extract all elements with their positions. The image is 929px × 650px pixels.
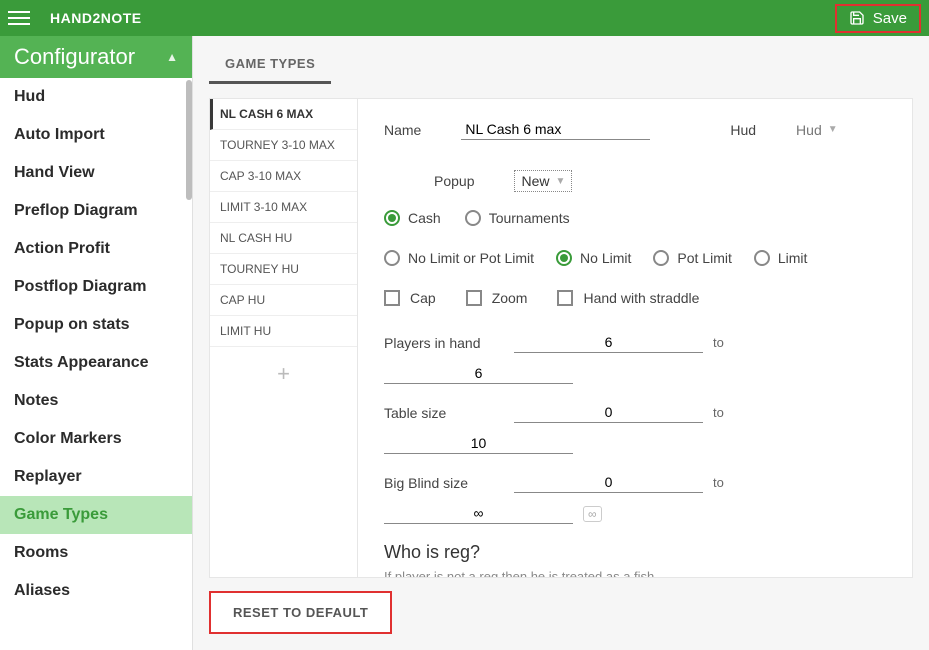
players-from-input[interactable] — [514, 332, 703, 353]
app-title: HAND2NOTE — [50, 10, 142, 26]
tabs: GAME TYPES — [209, 36, 913, 84]
sidebar-item-auto-import[interactable]: Auto Import — [0, 116, 192, 154]
popup-label: Popup — [434, 173, 474, 189]
game-types-list: NL CASH 6 MAXTOURNEY 3-10 MAXCAP 3-10 MA… — [210, 99, 358, 577]
popup-dropdown[interactable]: New ▼ — [514, 170, 572, 192]
hud-label: Hud — [730, 122, 756, 138]
game-type-item[interactable]: NL CASH HU — [210, 223, 357, 254]
sidebar-item-popup-on-stats[interactable]: Popup on stats — [0, 306, 192, 344]
name-label: Name — [384, 122, 421, 138]
infinity-icon[interactable]: ∞ — [583, 506, 602, 522]
reg-hint: If player is not a reg then he is treate… — [384, 569, 886, 577]
game-type-item[interactable]: NL CASH 6 MAX — [210, 99, 357, 130]
game-type-item[interactable]: CAP HU — [210, 285, 357, 316]
sidebar-item-hud[interactable]: Hud — [0, 78, 192, 116]
hud-value: Hud — [796, 122, 822, 138]
game-type-item[interactable]: TOURNEY HU — [210, 254, 357, 285]
sidebar-header: Configurator ▲ — [0, 36, 192, 78]
radio-pl[interactable]: Pot Limit — [653, 250, 731, 266]
sidebar-item-rooms[interactable]: Rooms — [0, 534, 192, 572]
tab-game-types[interactable]: GAME TYPES — [209, 46, 331, 84]
table-label: Table size — [384, 405, 494, 421]
sidebar-title: Configurator — [14, 44, 135, 70]
popup-value: New — [521, 173, 549, 189]
to-text: to — [713, 335, 724, 350]
radio-nl[interactable]: No Limit — [556, 250, 631, 266]
checkbox-zoom[interactable]: Zoom — [466, 290, 528, 306]
sidebar-item-postflop-diagram[interactable]: Postflop Diagram — [0, 268, 192, 306]
to-text: to — [713, 405, 724, 420]
table-from-input[interactable] — [514, 402, 703, 423]
sidebar-item-action-profit[interactable]: Action Profit — [0, 230, 192, 268]
checkbox-cap[interactable]: Cap — [384, 290, 436, 306]
sidebar-item-game-types[interactable]: Game Types — [0, 496, 192, 534]
chevron-up-icon[interactable]: ▲ — [166, 50, 178, 64]
reset-button[interactable]: RESET TO DEFAULT — [209, 591, 392, 634]
game-type-item[interactable]: CAP 3-10 MAX — [210, 161, 357, 192]
add-game-type-button[interactable]: + — [210, 347, 357, 401]
radio-limit[interactable]: Limit — [754, 250, 808, 266]
sidebar-item-aliases[interactable]: Aliases — [0, 572, 192, 610]
radio-nl-pl[interactable]: No Limit or Pot Limit — [384, 250, 534, 266]
sidebar-item-hand-view[interactable]: Hand View — [0, 154, 192, 192]
topbar: HAND2NOTE Save — [0, 0, 929, 36]
save-icon — [849, 10, 865, 26]
sidebar-item-preflop-diagram[interactable]: Preflop Diagram — [0, 192, 192, 230]
checkbox-straddle[interactable]: Hand with straddle — [557, 290, 699, 306]
game-type-item[interactable]: LIMIT HU — [210, 316, 357, 347]
menu-icon[interactable] — [8, 7, 30, 29]
game-type-item[interactable]: TOURNEY 3-10 MAX — [210, 130, 357, 161]
table-to-input[interactable] — [384, 433, 573, 454]
content-area: GAME TYPES NL CASH 6 MAXTOURNEY 3-10 MAX… — [192, 36, 929, 650]
sidebar-item-stats-appearance[interactable]: Stats Appearance — [0, 344, 192, 382]
to-text: to — [713, 475, 724, 490]
radio-tournaments[interactable]: Tournaments — [465, 210, 570, 226]
save-button[interactable]: Save — [835, 4, 921, 33]
bb-to-input[interactable] — [384, 503, 573, 524]
sidebar-item-color-markers[interactable]: Color Markers — [0, 420, 192, 458]
radio-cash[interactable]: Cash — [384, 210, 441, 226]
save-label: Save — [873, 10, 907, 27]
name-input[interactable] — [461, 119, 650, 140]
bb-label: Big Blind size — [384, 475, 494, 491]
sidebar-item-notes[interactable]: Notes — [0, 382, 192, 420]
reg-title: Who is reg? — [384, 542, 886, 563]
chevron-down-icon: ▼ — [828, 124, 838, 135]
game-type-item[interactable]: LIMIT 3-10 MAX — [210, 192, 357, 223]
players-label: Players in hand — [384, 335, 494, 351]
sidebar-item-replayer[interactable]: Replayer — [0, 458, 192, 496]
chevron-down-icon: ▼ — [556, 176, 566, 187]
sidebar-list: HudAuto ImportHand ViewPreflop DiagramAc… — [0, 78, 192, 648]
hud-dropdown[interactable]: Hud ▼ — [796, 122, 838, 138]
players-to-input[interactable] — [384, 363, 573, 384]
game-type-form: Name Hud Hud ▼ Popup New ▼ — [358, 99, 912, 577]
panel: NL CASH 6 MAXTOURNEY 3-10 MAXCAP 3-10 MA… — [209, 98, 913, 578]
bb-from-input[interactable] — [514, 472, 703, 493]
sidebar: Configurator ▲ HudAuto ImportHand ViewPr… — [0, 36, 192, 650]
